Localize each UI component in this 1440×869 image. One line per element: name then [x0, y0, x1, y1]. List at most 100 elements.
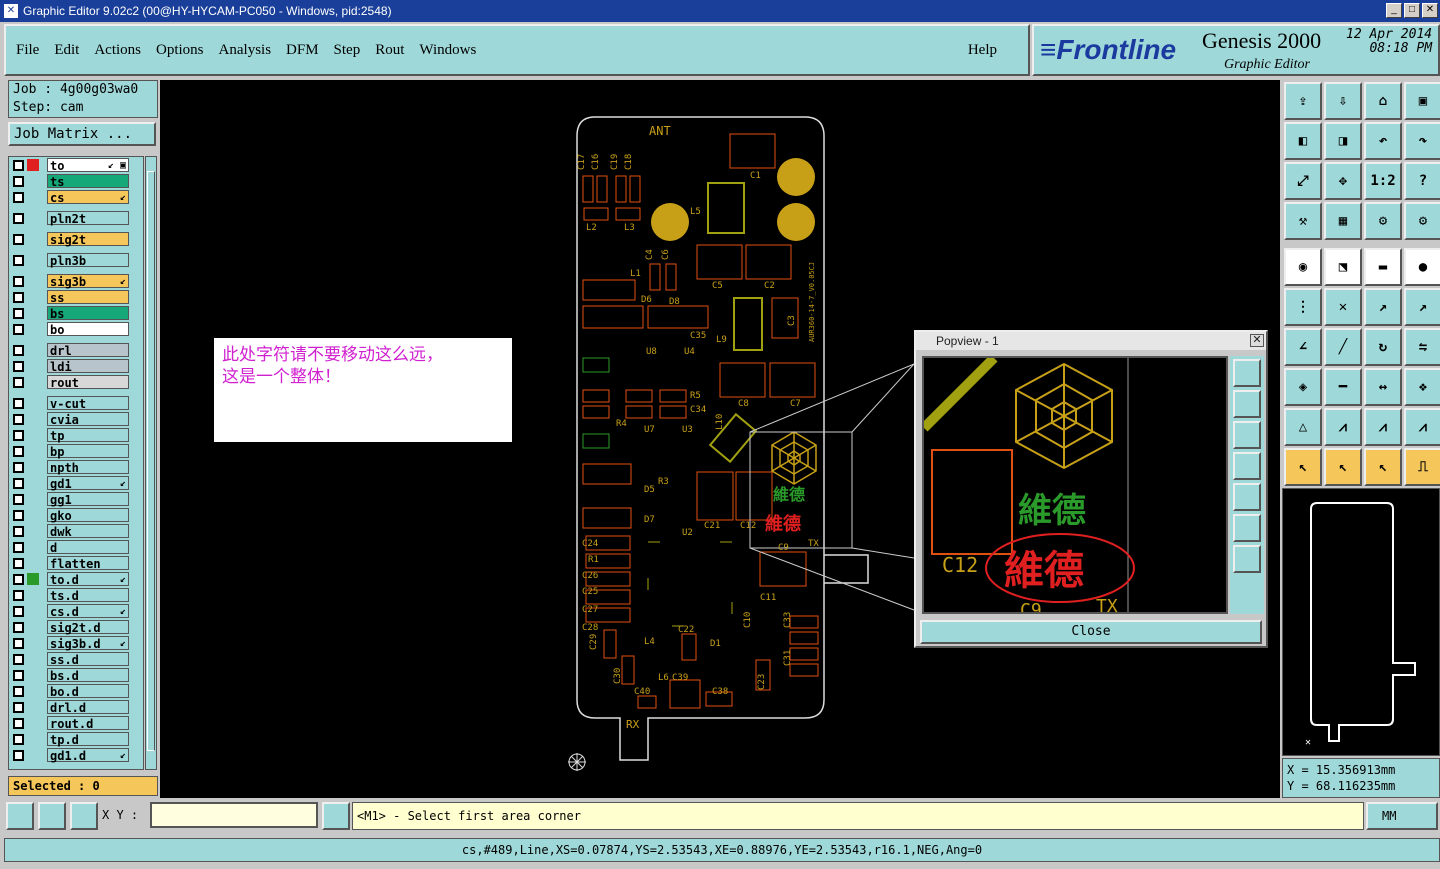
close-window-button[interactable]: ✕ — [1422, 3, 1438, 18]
layer-color-swatch[interactable] — [27, 573, 39, 585]
layer-name[interactable]: bp — [47, 444, 129, 459]
layer-name[interactable]: to ↙ ▣ — [47, 158, 129, 173]
triangle3-icon[interactable]: ⩘ — [1364, 408, 1402, 446]
layer-checkbox[interactable] — [13, 685, 24, 697]
layer-color-swatch[interactable] — [27, 749, 39, 761]
layer-name[interactable]: ts.d — [47, 588, 129, 603]
layer-color-swatch[interactable] — [27, 685, 39, 697]
layer-checkbox[interactable] — [13, 376, 24, 388]
pad-icon[interactable]: ◉ — [1284, 248, 1322, 286]
layer-row[interactable]: pln2t — [9, 210, 143, 226]
popview-left-icon[interactable] — [1233, 452, 1261, 480]
layer-name[interactable]: rout — [47, 375, 129, 390]
group-icon[interactable]: ❖ — [1404, 368, 1440, 406]
popview-right-icon[interactable] — [1233, 483, 1261, 511]
layer-color-swatch[interactable] — [27, 344, 39, 356]
layer-name[interactable]: gd1.d ↙ — [47, 748, 129, 763]
unit-selector[interactable]: MM — [1366, 802, 1438, 830]
popview-down-icon[interactable] — [1233, 421, 1261, 449]
layer-row[interactable]: gko — [9, 507, 143, 523]
layer-name[interactable]: bs.d — [47, 668, 129, 683]
slash-icon[interactable]: ╱ — [1324, 328, 1362, 366]
layer-row[interactable]: ts — [9, 173, 143, 189]
layer-name[interactable]: sig2t — [47, 232, 129, 247]
layer-name[interactable]: rout.d — [47, 716, 129, 731]
layer-checkbox[interactable] — [13, 605, 24, 617]
layer-name[interactable]: ldi — [47, 359, 129, 374]
menu-actions[interactable]: Actions — [94, 42, 141, 59]
layer-row[interactable]: sig2t.d — [9, 619, 143, 635]
job-matrix-button[interactable]: Job Matrix ... — [8, 122, 156, 146]
layer-name[interactable]: tp.d — [47, 732, 129, 747]
layer-name[interactable]: dwk — [47, 524, 129, 539]
layer-checkbox[interactable] — [13, 557, 24, 569]
popview-canvas[interactable]: 維德 維德 C12 C9 TX — [922, 356, 1228, 614]
layer-name[interactable]: gg1 — [47, 492, 129, 507]
menu-dfm[interactable]: DFM — [286, 42, 319, 59]
layer-name[interactable]: sig2t.d — [47, 620, 129, 635]
layer-name[interactable]: flatten — [47, 556, 129, 571]
pointer-icon[interactable]: ↖ — [1284, 448, 1322, 486]
triangle4-icon[interactable]: ⩘ — [1404, 408, 1440, 446]
xy-input[interactable] — [150, 802, 318, 828]
layer-name[interactable]: pln2t — [47, 211, 129, 226]
layer-row[interactable]: bp — [9, 443, 143, 459]
layer-checkbox[interactable] — [13, 733, 24, 745]
layer-color-swatch[interactable] — [27, 376, 39, 388]
layer-checkbox[interactable] — [13, 541, 24, 553]
pointer3-icon[interactable]: ↖ — [1364, 448, 1402, 486]
arc-icon[interactable]: ↗ — [1404, 288, 1440, 326]
layer-color-swatch[interactable] — [27, 397, 39, 409]
layer-checkbox[interactable] — [13, 191, 24, 203]
open-icon[interactable]: ⇪ — [1284, 82, 1322, 120]
layer-color-swatch[interactable] — [27, 717, 39, 729]
grid-icon[interactable]: ▦ — [1324, 202, 1362, 240]
layer-row[interactable]: flatten — [9, 555, 143, 571]
minus-icon[interactable]: ━ — [1324, 368, 1362, 406]
layer-name[interactable]: sig3b ↙ — [47, 274, 129, 289]
layer-checkbox[interactable] — [13, 307, 24, 319]
layer-checkbox[interactable] — [13, 701, 24, 713]
layer-row[interactable]: ss.d — [9, 651, 143, 667]
save-icon[interactable]: ⇩ — [1324, 82, 1362, 120]
layer-name[interactable]: sig3b.d ↙ — [47, 636, 129, 651]
layer-color-swatch[interactable] — [27, 637, 39, 649]
popview-close-button[interactable]: Close — [920, 620, 1262, 644]
layer-color-swatch[interactable] — [27, 445, 39, 457]
layer-color-swatch[interactable] — [27, 254, 39, 266]
layer-color-swatch[interactable] — [27, 509, 39, 521]
layer-color-swatch[interactable] — [27, 175, 39, 187]
scroll-thumb[interactable] — [147, 171, 155, 751]
angle-icon[interactable]: ∠ — [1284, 328, 1322, 366]
menu-help[interactable]: Help — [968, 42, 997, 59]
snap-off-icon[interactable] — [38, 802, 66, 830]
layer-row[interactable]: v-cut — [9, 395, 143, 411]
layer-name[interactable]: cs.d ↙ — [47, 604, 129, 619]
layer-checkbox[interactable] — [13, 509, 24, 521]
help-icon[interactable]: ? — [1404, 162, 1440, 200]
layer-color-swatch[interactable] — [27, 291, 39, 303]
undo-icon[interactable]: ↶ — [1364, 122, 1402, 160]
layer-name[interactable]: npth — [47, 460, 129, 475]
layer-color-swatch[interactable] — [27, 191, 39, 203]
snap-icon[interactable] — [6, 802, 34, 830]
layer-checkbox[interactable] — [13, 461, 24, 473]
layer-row[interactable]: gd1 ↙ — [9, 475, 143, 491]
layer-color-swatch[interactable] — [27, 653, 39, 665]
layer-row[interactable]: sig3b.d ↙ — [9, 635, 143, 651]
minimize-button[interactable]: _ — [1386, 3, 1402, 18]
right-arrow-icon[interactable]: ◨ — [1324, 122, 1362, 160]
layer-row[interactable]: cs.d ↙ — [9, 603, 143, 619]
cross-icon[interactable]: ✕ — [1324, 288, 1362, 326]
layer-color-swatch[interactable] — [27, 701, 39, 713]
layers2-icon[interactable]: ⚙ — [1404, 202, 1440, 240]
popview-pan-icon[interactable] — [1233, 545, 1261, 573]
layer-row[interactable]: bs.d — [9, 667, 143, 683]
layer-checkbox[interactable] — [13, 275, 24, 287]
layer-name[interactable]: gd1 ↙ — [47, 476, 129, 491]
layer-name[interactable]: cvia — [47, 412, 129, 427]
layer-name[interactable]: cs ↙ — [47, 190, 129, 205]
layer-color-swatch[interactable] — [27, 541, 39, 553]
exclamation-icon[interactable] — [322, 802, 350, 830]
layer-checkbox[interactable] — [13, 445, 24, 457]
